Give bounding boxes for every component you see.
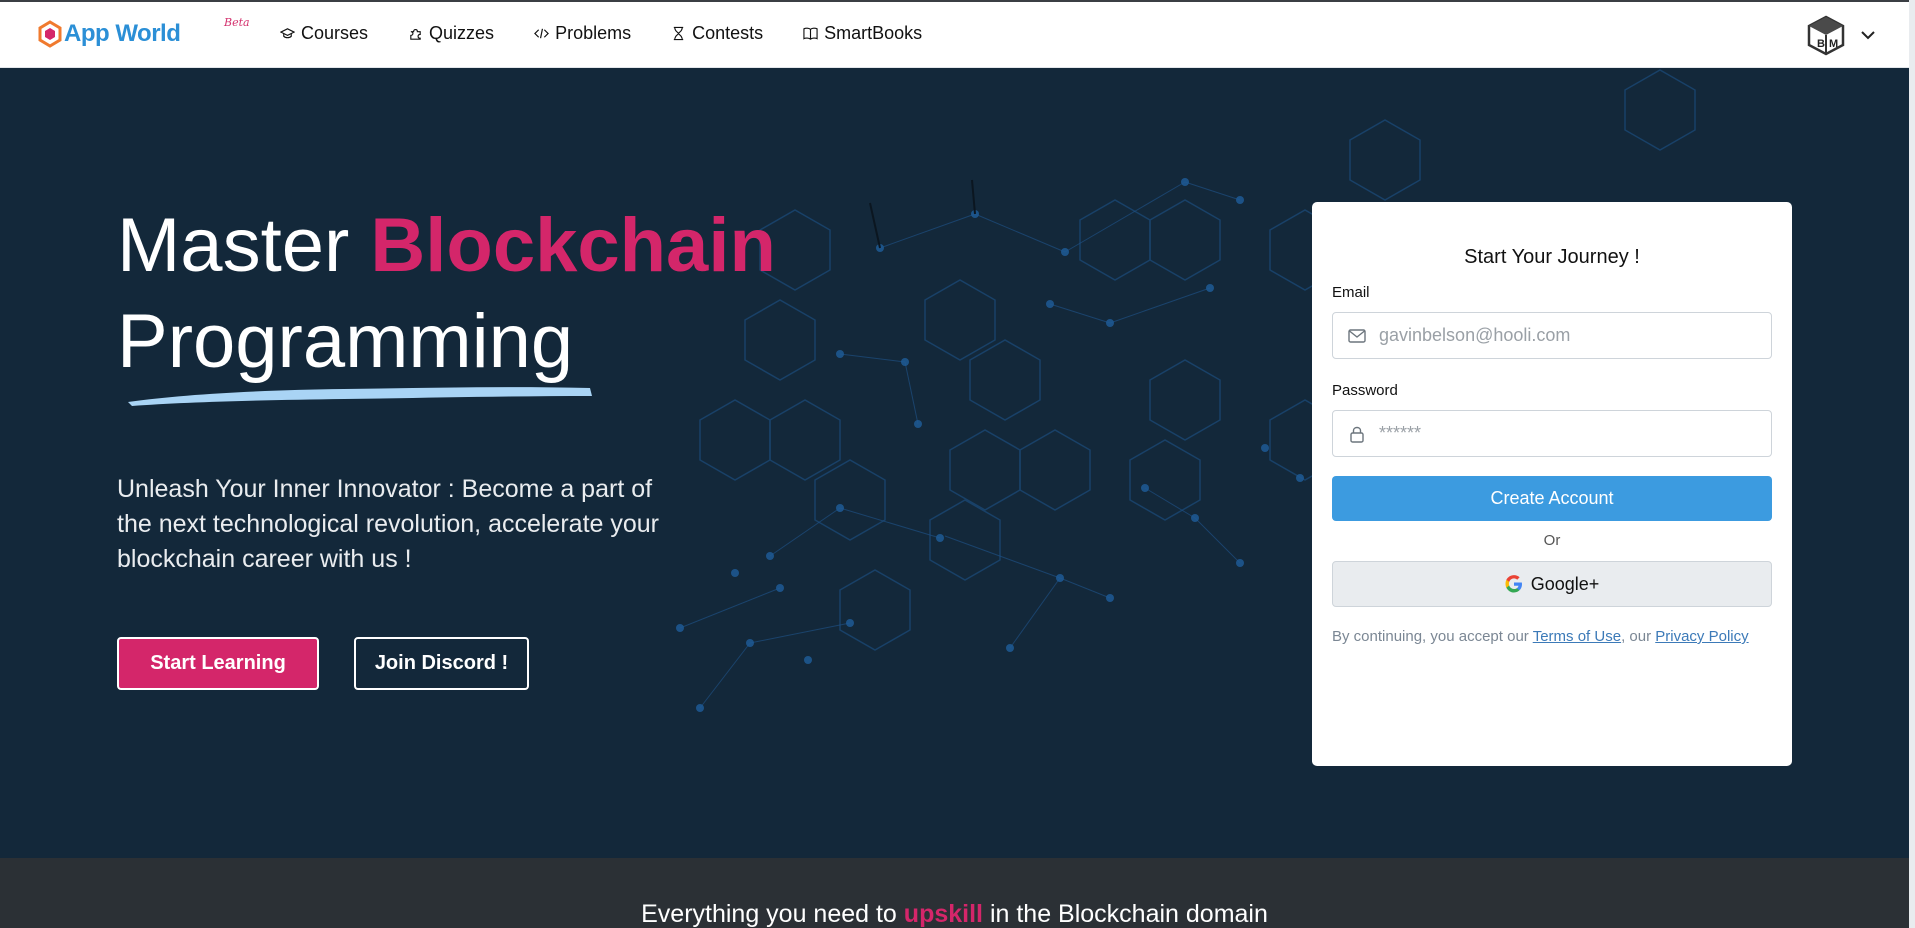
hero-title: Master Blockchain Programming xyxy=(117,198,776,390)
terms-notice: By continuing, you accept our Terms of U… xyxy=(1332,627,1772,647)
nav-contests[interactable]: Contests xyxy=(671,23,763,44)
google-signin-button[interactable]: Google+ xyxy=(1332,561,1772,607)
main-nav: Courses Quizzes Problems Contests SmartB… xyxy=(280,23,922,44)
nav-courses-label: Courses xyxy=(301,23,369,43)
hero-subtitle: Unleash Your Inner Innovator : Become a … xyxy=(117,475,659,573)
or-divider-text: Or xyxy=(1543,532,1561,549)
email-label: Email xyxy=(1332,284,1370,301)
hero-section: Master Blockchain Programming Unleash Yo… xyxy=(0,68,1909,858)
hourglass-icon xyxy=(673,26,684,41)
logo-text: App World xyxy=(64,20,181,47)
google-g-icon xyxy=(1505,575,1522,593)
nav-quizzes-label: Quizzes xyxy=(429,23,495,43)
features-heading-suffix: in the Blockchain domain xyxy=(989,900,1268,928)
puzzle-icon xyxy=(410,28,421,40)
brush-underline-decoration xyxy=(128,387,592,406)
code-icon xyxy=(534,28,549,39)
create-account-button[interactable]: Create Account xyxy=(1332,476,1772,521)
join-discord-button[interactable]: Join Discord ! xyxy=(354,637,529,690)
nav-problems-label: Problems xyxy=(555,23,632,43)
top-navbar: App World Beta Courses Quizzes Problems … xyxy=(0,0,1915,68)
book-icon xyxy=(803,27,818,40)
email-input[interactable] xyxy=(1379,325,1759,346)
features-heading-highlight: upskill xyxy=(903,900,983,928)
terms-of-use-link[interactable]: Terms of Use xyxy=(1533,628,1621,645)
hero-title-highlight: Blockchain xyxy=(370,203,776,288)
nav-contests-label: Contests xyxy=(692,23,764,43)
password-input[interactable] xyxy=(1379,423,1759,444)
chevron-down-icon[interactable] xyxy=(1859,26,1877,44)
nav-quizzes[interactable]: Quizzes xyxy=(408,23,494,44)
user-avatar-cube-icon: B M xyxy=(1807,15,1845,56)
nav-problems[interactable]: Problems xyxy=(534,23,631,44)
envelope-icon xyxy=(1348,328,1366,343)
features-heading-prefix: Everything you need to xyxy=(641,900,897,928)
nav-courses[interactable]: Courses xyxy=(280,23,368,44)
features-section: Everything you need to upskill in the Bl… xyxy=(0,858,1909,928)
beta-badge: Beta xyxy=(224,16,250,29)
nav-smartbooks[interactable]: SmartBooks xyxy=(803,23,922,44)
app-logo[interactable]: App World Beta xyxy=(38,16,250,48)
svg-text:M: M xyxy=(1829,38,1838,50)
privacy-policy-link[interactable]: Privacy Policy xyxy=(1655,628,1748,645)
nav-smartbooks-label: SmartBooks xyxy=(824,23,923,43)
password-label: Password xyxy=(1332,382,1398,399)
user-menu[interactable]: B M xyxy=(1805,14,1877,56)
graduation-cap-icon xyxy=(280,28,295,39)
hero-title-plain: Master xyxy=(117,203,350,288)
page-scrollbar[interactable] xyxy=(1909,0,1915,928)
google-button-label: Google+ xyxy=(1530,573,1600,594)
start-learning-button[interactable]: Start Learning xyxy=(117,637,319,690)
terms-prefix: By continuing, you accept our xyxy=(1332,628,1529,645)
terms-mid: , our xyxy=(1621,628,1652,645)
lock-icon xyxy=(1350,426,1364,443)
signup-title: Start Your Journey ! xyxy=(1464,246,1640,268)
features-heading: Everything you need to upskill in the Bl… xyxy=(0,900,1909,928)
logo-hexagon-icon xyxy=(38,20,62,48)
password-field[interactable] xyxy=(1332,410,1772,457)
hero-title-line2: Programming xyxy=(117,299,574,384)
signup-card: Start Your Journey ! Email Password Crea… xyxy=(1312,202,1792,766)
svg-text:B: B xyxy=(1817,38,1825,50)
email-field[interactable] xyxy=(1332,312,1772,359)
